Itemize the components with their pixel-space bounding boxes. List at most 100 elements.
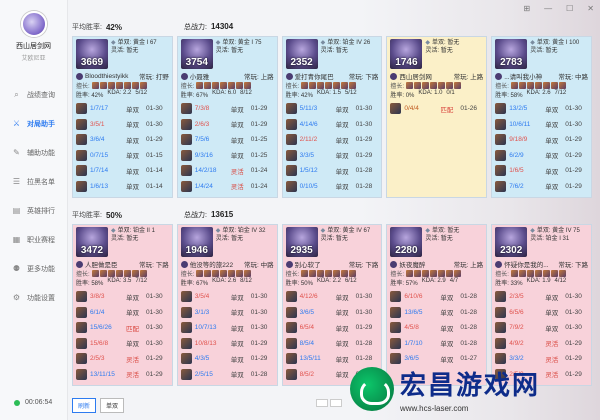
player-name[interactable]: 人胆做是臣: [85, 259, 137, 269]
champion-icon: [228, 270, 236, 277]
player-name[interactable]: 妖夜魔醉: [399, 259, 451, 269]
player-card[interactable]: 2783单双: 黄金 I 100灵活: 暂无...请叫我小神常玩: 中路擅长:胜…: [491, 36, 592, 198]
match-row[interactable]: 0/7/15 单双 01-15: [76, 148, 169, 164]
sidebar-item-2[interactable]: ✎ 辅助功能: [0, 138, 67, 167]
match-row[interactable]: 7/5/6 单双 01-25: [180, 132, 274, 148]
champion-pool: 擅长:: [286, 269, 379, 278]
match-row[interactable]: 6/5/6 单双 01-30: [495, 305, 588, 321]
match-row[interactable]: 5/11/3 单双 01-30: [285, 101, 379, 117]
pager[interactable]: [316, 399, 342, 407]
block-icon: ☰: [12, 177, 21, 186]
match-row[interactable]: 7/9/2 单双 01-30: [495, 320, 588, 336]
sidebar-item-3[interactable]: ☰ 拉黑名单: [0, 167, 67, 196]
avatar[interactable]: [20, 11, 47, 37]
match-date: 01-29: [250, 105, 268, 113]
pager-prev[interactable]: [316, 399, 328, 407]
sidebar-item-4[interactable]: ▤ 英雄排行: [0, 196, 67, 225]
match-row[interactable]: 1/7/14 单双 01-14: [76, 163, 169, 179]
match-row[interactable]: 1/6/13 单双 01-14: [76, 179, 169, 195]
player-card[interactable]: 3754单双: 黄金 I 75灵活: 暂无小聂雅常玩: 上路擅长:胜率: 67%…: [176, 36, 278, 198]
match-row[interactable]: 15/6/8 单双 01-30: [76, 336, 169, 352]
match-row[interactable]: 4/12/6 单双 01-30: [285, 289, 379, 305]
match-row[interactable]: 1/7/10 单双 01-28: [390, 336, 483, 352]
match-row[interactable]: 0/4/4 匹配 01-26: [390, 101, 483, 117]
match-row[interactable]: 8/5/4 单双 01-28: [285, 336, 379, 352]
player-card[interactable]: 3472单双: 铂金 II 1灵活: 暂无人胆做是臣常玩: 下路擅长:胜率: 5…: [72, 224, 173, 386]
match-row[interactable]: 2/5/15 单双 01-28: [180, 367, 274, 383]
match-row[interactable]: 1/7/17 单双 01-30: [76, 101, 169, 117]
pager-next[interactable]: [330, 399, 342, 407]
match-row[interactable]: 2/5/3 灵活 01-29: [76, 351, 169, 367]
gear-icon: ⚙: [12, 293, 21, 302]
player-name[interactable]: Bloodthiestyikk: [85, 73, 137, 80]
player-card[interactable]: 2352单双: 铂金 IV 26灵活: 暂无爱打青你尾巴常玩: 下路擅长:胜率:…: [281, 36, 383, 198]
match-row[interactable]: 2/3/5 单双 01-30: [495, 289, 588, 305]
match-row[interactable]: 3/8/3 单双 01-30: [76, 289, 169, 305]
player-card[interactable]: 1746单双: 暂无灵活: 暂无西山居剑网常玩: 上路擅长:胜率: 0%KDA:…: [386, 36, 488, 198]
match-row[interactable]: 4/14/6 单双 01-30: [285, 117, 379, 133]
champion-icon: [180, 180, 192, 192]
match-row[interactable]: 10/8/13 单双 01-29: [180, 336, 274, 352]
match-row[interactable]: 1/4/24 灵活 01-24: [180, 179, 274, 195]
match-row[interactable]: 3/1/3 单双 01-30: [180, 305, 274, 321]
player-name[interactable]: 爱打青你尾巴: [295, 71, 347, 81]
match-row[interactable]: 1/6/5 单双 01-29: [495, 163, 588, 179]
champion-pool: 擅长:: [76, 81, 169, 90]
layout-icon[interactable]: ⊞: [523, 4, 530, 13]
minimize-icon[interactable]: —: [544, 4, 552, 13]
close-icon[interactable]: ✕: [587, 4, 594, 13]
match-row[interactable]: 3/5/1 单双 01-30: [76, 117, 169, 133]
winrate: 胜率: 33%: [495, 281, 523, 287]
match-row[interactable]: 9/3/16 单双 01-25: [180, 148, 274, 164]
match-row[interactable]: 14/2/18 灵活 01-24: [180, 163, 274, 179]
sidebar-item-0[interactable]: ⌕ 战绩查询: [0, 80, 67, 109]
match-row[interactable]: 4/9/2 灵活 01-29: [495, 336, 588, 352]
match-kda: 1/5/12: [299, 167, 318, 175]
match-row[interactable]: 15/6/26 匹配 01-30: [76, 320, 169, 336]
player-name[interactable]: 西山居剑网: [399, 71, 451, 81]
maximize-icon[interactable]: ☐: [566, 4, 573, 13]
champion-icon: [196, 270, 204, 277]
player-name[interactable]: ...请叫我小神: [504, 71, 556, 81]
match-row[interactable]: 0/10/5 单双 01-28: [285, 179, 379, 195]
player-name[interactable]: 小聂雅: [190, 71, 242, 81]
match-row[interactable]: 7/6/2 单双 01-29: [495, 179, 588, 195]
player-name[interactable]: 他没等的旅222: [190, 259, 242, 269]
match-kda: 0/7/15: [90, 151, 109, 159]
match-row[interactable]: 3/3/5 单双 01-29: [285, 148, 379, 164]
match-row[interactable]: 4/5/8 单双 01-28: [390, 320, 483, 336]
match-row[interactable]: 3/6/4 单双 01-29: [76, 132, 169, 148]
calendar-icon: ▦: [12, 235, 21, 244]
player-card[interactable]: 3669 单双: 黄金 I 67灵活: 暂无 Bloodthiestyikk常玩: …: [72, 36, 173, 198]
match-row[interactable]: 7/3/8 单双 01-29: [180, 101, 274, 117]
match-row[interactable]: 10/7/13 单双 01-30: [180, 320, 274, 336]
match-row[interactable]: 13/11/15 灵活 01-29: [76, 367, 169, 383]
preferred-position: 常玩: 上路: [453, 74, 484, 81]
match-row[interactable]: 6/5/4 单双 01-29: [285, 320, 379, 336]
sidebar-item-5[interactable]: ▦ 职业赛程: [0, 225, 67, 254]
refresh-tab[interactable]: 刷新: [72, 398, 97, 413]
match-row[interactable]: 13/6/5 单双 01-28: [390, 305, 483, 321]
sidebar-item-1[interactable]: ⚔ 对局助手: [0, 109, 67, 138]
match-row[interactable]: 10/6/11 单双 01-30: [495, 117, 588, 133]
queue-filter-tab[interactable]: 单双: [100, 398, 125, 413]
flex-rank: 灵活: 暂无: [111, 48, 139, 54]
match-row[interactable]: 6/1/4 单双 01-30: [76, 305, 169, 321]
match-row[interactable]: 9/18/9 单双 01-29: [495, 132, 588, 148]
stat-summary: 胜率: 58% KDA: 3.5 7/12: [76, 278, 169, 287]
match-row[interactable]: 2/11/2 单双 01-29: [285, 132, 379, 148]
match-row[interactable]: 13/2/5 单双 01-30: [495, 101, 588, 117]
sidebar-item-6[interactable]: ⚉ 更多功能: [0, 254, 67, 283]
match-row[interactable]: 6/10/6 单双 01-28: [390, 289, 483, 305]
player-card[interactable]: 1946单双: 铂金 IV 32灵活: 暂无他没等的旅222常玩: 中路擅长:胜…: [176, 224, 278, 386]
match-row[interactable]: 4/3/5 单双 01-29: [180, 351, 274, 367]
player-name[interactable]: 怀疑你是我的...: [504, 259, 556, 269]
match-row[interactable]: 3/6/5 单双 01-30: [285, 305, 379, 321]
match-row[interactable]: 3/5/4 单双 01-30: [180, 289, 274, 305]
match-row[interactable]: 2/6/3 单双 01-29: [180, 117, 274, 133]
sidebar-item-7[interactable]: ⚙ 功能设置: [0, 283, 67, 312]
player-name[interactable]: 别心软了: [295, 259, 347, 269]
match-row[interactable]: 6/2/9 单双 01-29: [495, 148, 588, 164]
match-row[interactable]: 1/5/12 单双 01-28: [285, 163, 379, 179]
match-list: 3/5/4 单双 01-30 3/1/3 单双 01-30 10/7/13 单双 01-30 10…: [180, 289, 274, 383]
